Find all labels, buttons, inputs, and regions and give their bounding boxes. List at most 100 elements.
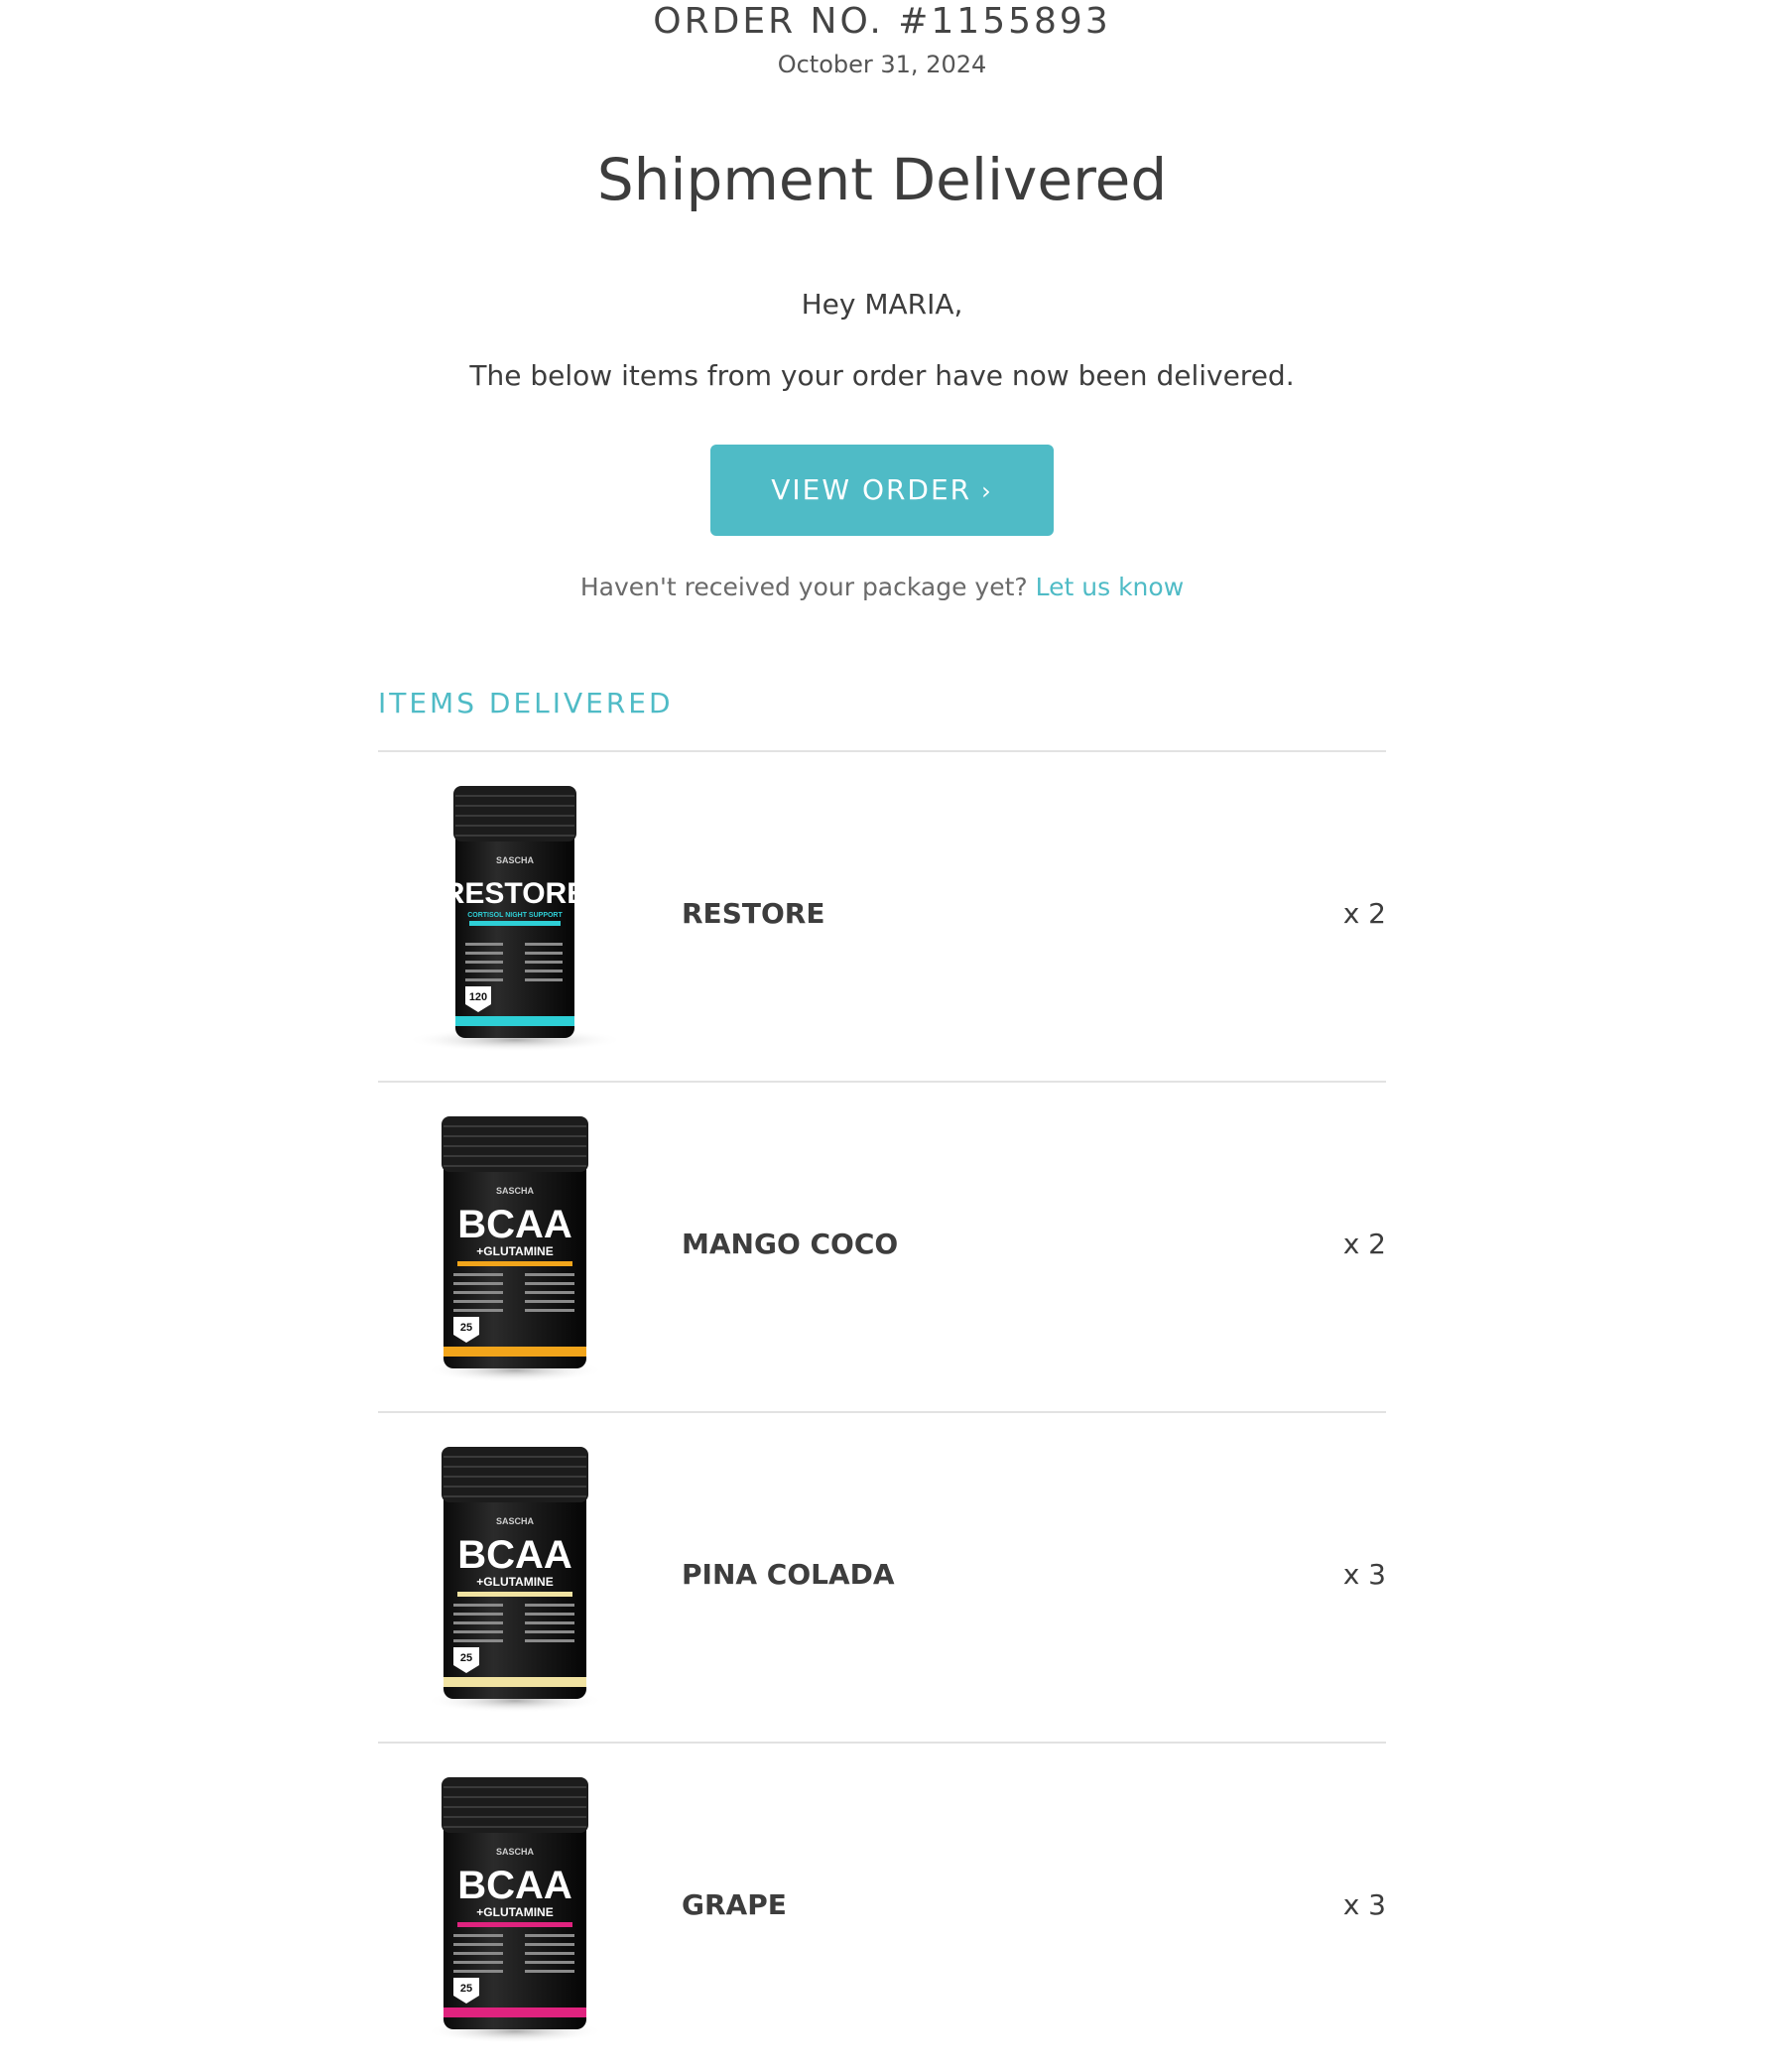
- item-name: GRAPE: [682, 1888, 787, 1921]
- jar-brand: SASCHA: [496, 1516, 535, 1526]
- jar-text-line: [453, 1291, 503, 1294]
- jar-flavor-band: [443, 2007, 586, 2017]
- product-thumbnail: SASCHA BCAA +GLUTAMINE 25: [404, 1110, 626, 1382]
- jar-accent-strip: [457, 1922, 572, 1927]
- jar-text-line: [453, 1282, 503, 1285]
- jar-text-line: [525, 1961, 574, 1964]
- item-quantity: x 2: [1342, 897, 1386, 930]
- item-name: RESTORE: [682, 897, 825, 930]
- jar-text-line: [453, 1961, 503, 1964]
- jar-lid: [442, 1116, 588, 1172]
- jar-text-line: [525, 1300, 574, 1303]
- jar-accent-strip: [457, 1592, 572, 1597]
- jar-text-line: [453, 1613, 503, 1616]
- product-thumbnail: SASCHA BCAA +GLUTAMINE 25: [404, 1771, 626, 2043]
- jar-subtitle: +GLUTAMINE: [476, 1575, 553, 1589]
- jar-text-line: [453, 1639, 503, 1642]
- jar-brand: SASCHA: [496, 1847, 535, 1857]
- jar-flavor-band: [443, 1677, 586, 1687]
- jar-title: RESTORE: [443, 877, 586, 910]
- jar-text-line: [525, 1934, 574, 1937]
- jar-text-line: [453, 1943, 503, 1946]
- jar-text-line: [525, 1291, 574, 1294]
- item-quantity: x 2: [1342, 1228, 1386, 1260]
- jar-title: BCAA: [457, 1203, 572, 1246]
- list-item: SASCHA BCAA +GLUTAMINE 25 GRAPE x 3: [378, 1744, 1386, 2072]
- jar-flavor-band: [443, 1347, 586, 1357]
- jar-title: BCAA: [457, 1533, 572, 1577]
- jar-text-line: [525, 978, 563, 981]
- jar-lid: [442, 1447, 588, 1502]
- jar-accent-strip: [457, 1261, 572, 1266]
- jar-title: BCAA: [457, 1864, 572, 1907]
- jar-text-line: [525, 1943, 574, 1946]
- jar-text-line: [453, 1309, 503, 1312]
- count-badge-text: 25: [460, 1652, 472, 1664]
- section-title: ITEMS DELIVERED: [378, 687, 674, 719]
- jar-text-line: [465, 961, 503, 964]
- count-badge-text: 25: [460, 1983, 472, 1995]
- email-body: ORDER NO. #1155893 October 31, 2024 Ship…: [378, 0, 1386, 2072]
- delivery-message: The below items from your order have now…: [469, 359, 1295, 392]
- jar-subtitle: +GLUTAMINE: [476, 1244, 553, 1258]
- jar-text-line: [453, 1300, 503, 1303]
- jar-flavor-band: [455, 1016, 574, 1026]
- jar-text-line: [525, 961, 563, 964]
- jar-text-line: [525, 943, 563, 946]
- item-quantity: x 3: [1342, 1888, 1386, 1921]
- jar-subtitle: CORTISOL NIGHT SUPPORT: [467, 912, 563, 919]
- item-quantity: x 3: [1342, 1558, 1386, 1591]
- jar-text-line: [453, 1952, 503, 1955]
- list-item: SASCHA BCAA +GLUTAMINE 25 MANGO COCO x 2: [378, 1083, 1386, 1413]
- jar-subtitle: +GLUTAMINE: [476, 1905, 553, 1919]
- product-image: SASCHA BCAA+GLUTAMINE 25: [426, 1116, 604, 1382]
- jar-text-line: [453, 1604, 503, 1607]
- jar-text-line: [453, 1630, 503, 1633]
- count-badge-text: 120: [469, 991, 487, 1003]
- chevron-right-icon: ›: [981, 477, 993, 505]
- list-item: SASCHA BCAA +GLUTAMINE 25 PINA COLADA x 3: [378, 1413, 1386, 1744]
- jar-text-line: [525, 1613, 574, 1616]
- jar-text-line: [525, 970, 563, 972]
- items-list: SASCHA RESTORE CORTISOL NIGHT SUPPORT 120 RE…: [378, 752, 1386, 2072]
- view-order-button[interactable]: VIEW ORDER ›: [710, 445, 1054, 536]
- product-image: SASCHA BCAA+GLUTAMINE 25: [426, 1447, 604, 1713]
- jar-lid: [442, 1777, 588, 1833]
- jar-text-line: [453, 1621, 503, 1624]
- view-order-label: VIEW ORDER: [771, 473, 972, 506]
- item-name: MANGO COCO: [682, 1228, 899, 1260]
- jar-text-line: [465, 970, 503, 972]
- jar-text-line: [453, 1970, 503, 1973]
- jar-lid: [453, 786, 576, 842]
- jar-text-line: [465, 978, 503, 981]
- order-header: ORDER NO. #1155893 October 31, 2024 Ship…: [378, 0, 1386, 603]
- jar-text-line: [525, 1309, 574, 1312]
- jar-text-line: [525, 952, 563, 955]
- jar-text-line: [525, 1630, 574, 1633]
- product-thumbnail: SASCHA RESTORE CORTISOL NIGHT SUPPORT 120: [404, 780, 626, 1052]
- jar-text-line: [525, 1952, 574, 1955]
- jar-text-line: [525, 1970, 574, 1973]
- jar-text-line: [525, 1282, 574, 1285]
- jar-text-line: [525, 1604, 574, 1607]
- jar-text-line: [525, 1273, 574, 1276]
- jar-text-line: [453, 1934, 503, 1937]
- help-line: Haven't received your package yet? Let u…: [378, 572, 1386, 603]
- list-item: SASCHA RESTORE CORTISOL NIGHT SUPPORT 120 RE…: [378, 752, 1386, 1083]
- jar-text-line: [453, 1273, 503, 1276]
- jar-text-line: [525, 1639, 574, 1642]
- greeting: Hey MARIA,: [801, 288, 963, 321]
- help-text: Haven't received your package yet?: [579, 573, 1028, 601]
- product-thumbnail: SASCHA BCAA +GLUTAMINE 25: [404, 1441, 626, 1713]
- order-date: October 31, 2024: [777, 51, 987, 78]
- jar-brand: SASCHA: [496, 1186, 535, 1196]
- let-us-know-link[interactable]: Let us know: [1036, 573, 1185, 601]
- jar-text-line: [525, 1621, 574, 1624]
- product-image: SASCHA RESTORE CORTISOL NIGHT SUPPORT 120: [406, 786, 624, 1052]
- item-name: PINA COLADA: [682, 1558, 895, 1591]
- count-badge-text: 25: [460, 1322, 472, 1334]
- jar-text-line: [465, 943, 503, 946]
- page-title: Shipment Delivered: [596, 146, 1168, 213]
- jar-accent-strip: [469, 921, 561, 926]
- jar-brand: SASCHA: [496, 855, 535, 865]
